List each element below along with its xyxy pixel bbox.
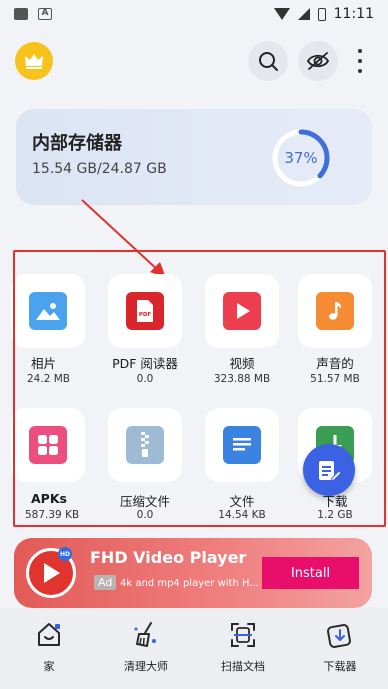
nav-label: 扫描文档 [221,660,265,673]
broom-icon [134,622,156,647]
nav-label: 家 [43,660,55,673]
hd-badge: HD [58,547,72,561]
nav-cleaner[interactable]: 清理大师 [106,620,186,674]
status-time: 11:11 [333,6,374,22]
signal-icon [297,8,310,20]
nav-label: 下载器 [323,660,357,673]
folder-notification-icon [14,8,28,20]
nav-label: 清理大师 [124,660,168,673]
storage-title: 内部存储器 [32,133,122,154]
scan-icon [231,623,255,647]
ad-install-button[interactable]: Install [262,557,359,589]
nav-scan-documents[interactable]: 扫描文档 [203,620,283,674]
notes-fab-button[interactable] [303,444,355,496]
ad-description: 4k and mp4 player with H... [120,578,259,589]
more-options-button[interactable] [350,46,370,76]
home-icon [38,623,60,646]
more-dot-icon [358,49,362,53]
more-dot-icon [358,69,362,73]
search-icon [259,52,278,71]
status-bar: A 11:11 [0,0,388,28]
battery-icon [317,7,326,21]
premium-crown-button[interactable] [15,42,53,80]
more-dot-icon [358,59,362,63]
bottom-navigation: 家 清理大师 扫描文档 下载器 [0,608,388,689]
ad-title: FHD Video Player [90,548,247,567]
downloader-icon [327,624,351,648]
hide-files-button[interactable] [298,41,338,81]
crown-icon [25,54,43,69]
storage-percent: 37% [284,149,318,167]
play-icon [44,563,60,583]
font-notification-icon: A [38,8,52,20]
eye-off-icon [306,52,330,70]
edit-note-icon [319,461,342,482]
search-button[interactable] [248,41,288,81]
nav-home[interactable]: 家 [9,620,89,674]
ad-banner[interactable]: HD FHD Video Player Ad 4k and mp4 player… [14,538,372,608]
ad-label-badge: Ad [94,575,117,590]
internal-storage-card[interactable]: 内部存储器 15.54 GB/24.87 GB 37% [16,109,372,205]
nav-downloader[interactable]: 下载器 [300,620,380,674]
wifi-icon [273,8,290,20]
storage-usage: 15.54 GB/24.87 GB [32,161,167,177]
